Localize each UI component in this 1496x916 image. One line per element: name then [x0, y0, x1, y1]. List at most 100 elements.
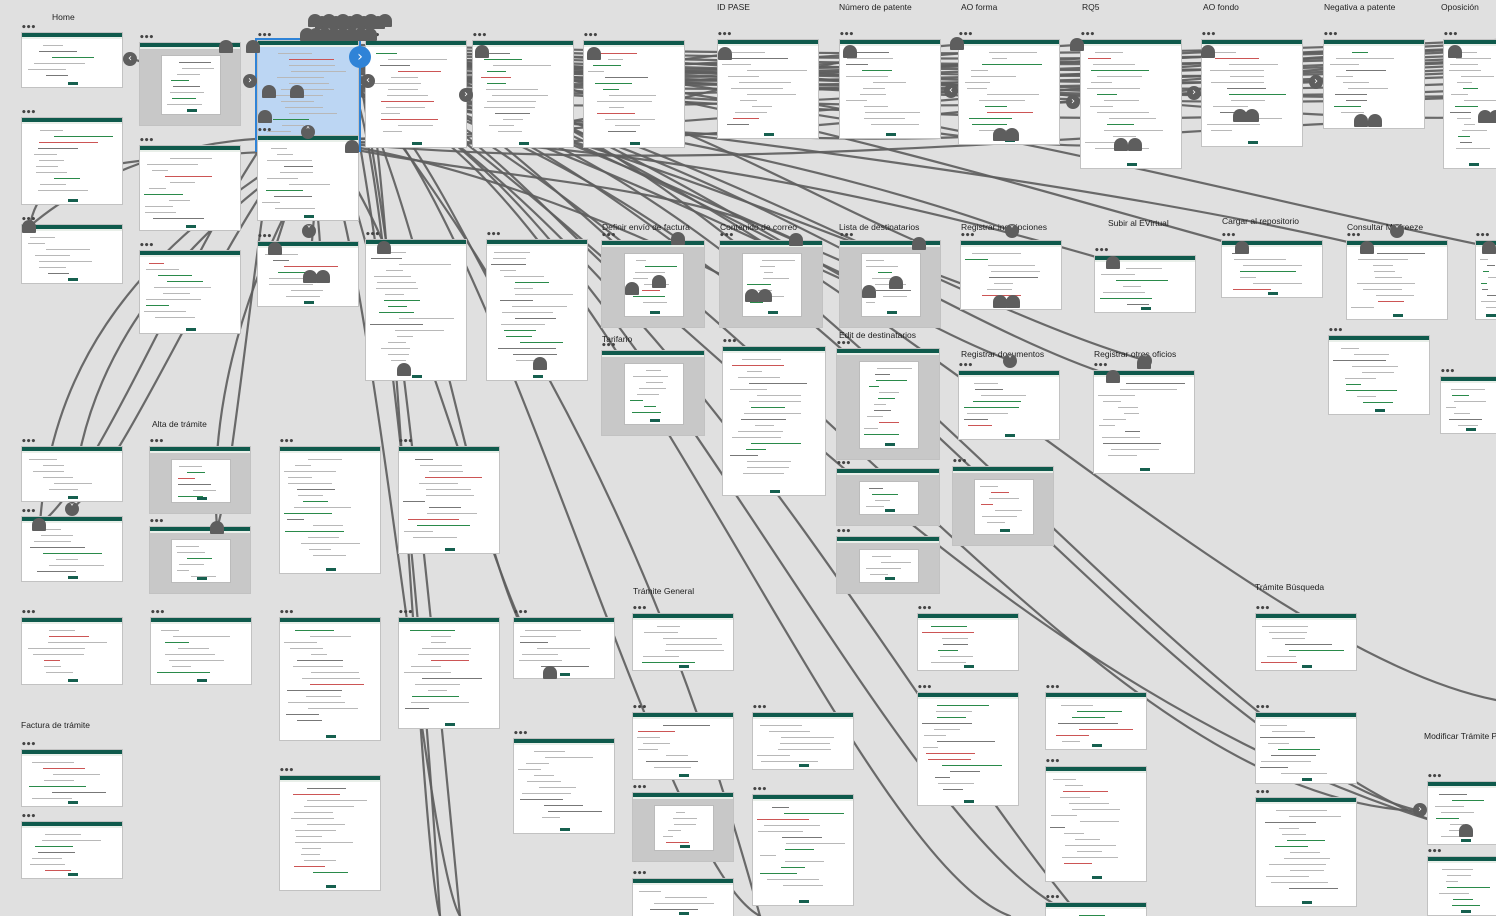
- link-anchor-icon[interactable]: [316, 270, 330, 283]
- link-anchor-icon[interactable]: [378, 14, 392, 27]
- link-anchor-icon[interactable]: [587, 47, 601, 60]
- artboard-thumbnail[interactable]: [1045, 692, 1147, 750]
- link-anchor-icon[interactable]: [1114, 138, 1128, 151]
- artboard-thumbnail[interactable]: [398, 446, 500, 554]
- artboard-menu-icon[interactable]: •••: [632, 605, 647, 614]
- chevron-down-icon[interactable]: ˅: [1003, 354, 1017, 368]
- link-anchor-icon[interactable]: [843, 45, 857, 58]
- artboard-menu-icon[interactable]: •••: [21, 813, 36, 822]
- group-label[interactable]: Alta de trámite: [152, 419, 207, 429]
- group-label[interactable]: RQ5: [1082, 2, 1099, 12]
- chevron-up-icon[interactable]: ˄: [301, 125, 315, 139]
- chevron-right-icon[interactable]: ›: [1309, 75, 1323, 89]
- artboard-menu-icon[interactable]: •••: [1045, 894, 1060, 903]
- artboard-thumbnail[interactable]: [365, 239, 467, 381]
- artboard-menu-icon[interactable]: •••: [839, 31, 854, 40]
- artboard-thumbnail[interactable]: [1255, 613, 1357, 671]
- group-label[interactable]: ID PASE: [717, 2, 750, 12]
- artboard-thumbnail[interactable]: [917, 692, 1019, 806]
- link-anchor-icon[interactable]: [210, 521, 224, 534]
- artboard-menu-icon[interactable]: •••: [1201, 31, 1216, 40]
- prototype-link-wire[interactable]: [358, 88, 552, 675]
- link-anchor-icon[interactable]: [32, 518, 46, 531]
- artboard-thumbnail[interactable]: [1045, 766, 1147, 882]
- artboard-menu-icon[interactable]: •••: [1221, 232, 1236, 241]
- artboard-menu-icon[interactable]: •••: [1440, 368, 1455, 377]
- chevron-down-icon[interactable]: ˅: [1390, 224, 1404, 238]
- artboard-thumbnail[interactable]: [257, 135, 359, 221]
- artboard-thumbnail[interactable]: [21, 446, 123, 502]
- link-anchor-icon[interactable]: [993, 295, 1007, 308]
- group-label[interactable]: Modificar Trámite P: [1424, 731, 1496, 741]
- artboard-menu-icon[interactable]: •••: [1045, 758, 1060, 767]
- artboard-thumbnail[interactable]: [632, 878, 734, 916]
- artboard-thumbnail[interactable]: [21, 617, 123, 685]
- group-label[interactable]: Definir envío de factura: [602, 222, 690, 232]
- artboard-thumbnail[interactable]: [722, 346, 826, 496]
- artboard-thumbnail[interactable]: [139, 42, 241, 126]
- chevron-down-icon[interactable]: ˅: [302, 224, 316, 238]
- chevron-right-icon[interactable]: ›: [243, 74, 257, 88]
- link-anchor-icon[interactable]: [671, 232, 685, 245]
- link-anchor-icon[interactable]: [1368, 114, 1382, 127]
- artboard-menu-icon[interactable]: •••: [1094, 247, 1109, 256]
- link-anchor-icon[interactable]: [912, 237, 926, 250]
- chevron-left-icon[interactable]: ‹: [944, 84, 958, 98]
- link-anchor-icon[interactable]: [290, 85, 304, 98]
- link-anchor-icon[interactable]: [397, 363, 411, 376]
- artboard-menu-icon[interactable]: •••: [257, 127, 272, 136]
- artboard-menu-icon[interactable]: •••: [257, 32, 272, 41]
- group-label[interactable]: AO fondo: [1203, 2, 1239, 12]
- link-anchor-icon[interactable]: [1482, 241, 1496, 254]
- link-anchor-icon[interactable]: [1137, 356, 1151, 369]
- link-anchor-icon[interactable]: [377, 241, 391, 254]
- artboard-thumbnail[interactable]: [1255, 712, 1357, 784]
- group-label[interactable]: Home: [52, 12, 75, 22]
- group-label[interactable]: Número de patente: [839, 2, 912, 12]
- artboard-menu-icon[interactable]: •••: [1427, 773, 1442, 782]
- link-anchor-icon[interactable]: [1235, 241, 1249, 254]
- link-anchor-icon[interactable]: [1201, 45, 1215, 58]
- artboard-thumbnail[interactable]: [632, 613, 734, 671]
- link-anchor-icon[interactable]: [1245, 109, 1259, 122]
- artboard-menu-icon[interactable]: •••: [1328, 327, 1343, 336]
- artboard-thumbnail[interactable]: [1093, 370, 1195, 474]
- artboard-thumbnail[interactable]: [632, 712, 734, 780]
- artboard-menu-icon[interactable]: •••: [719, 232, 734, 241]
- link-anchor-icon[interactable]: [950, 37, 964, 50]
- link-anchor-icon[interactable]: [1006, 295, 1020, 308]
- group-label[interactable]: Oposición: [1441, 2, 1479, 12]
- link-anchor-icon[interactable]: [862, 285, 876, 298]
- artboard-menu-icon[interactable]: •••: [486, 231, 501, 240]
- link-anchor-icon[interactable]: [652, 275, 666, 288]
- artboard-menu-icon[interactable]: •••: [139, 137, 154, 146]
- link-anchor-icon[interactable]: [303, 270, 317, 283]
- artboard-thumbnail[interactable]: [1427, 856, 1496, 916]
- link-anchor-icon[interactable]: [533, 357, 547, 370]
- artboard-menu-icon[interactable]: •••: [632, 870, 647, 879]
- link-anchor-icon[interactable]: [246, 40, 260, 53]
- artboard-menu-icon[interactable]: •••: [472, 32, 487, 41]
- artboard-thumbnail[interactable]: [952, 466, 1054, 546]
- artboard-menu-icon[interactable]: •••: [513, 730, 528, 739]
- artboard-menu-icon[interactable]: •••: [21, 508, 36, 517]
- artboard-thumbnail[interactable]: [719, 240, 823, 328]
- artboard-menu-icon[interactable]: •••: [139, 34, 154, 43]
- link-anchor-icon[interactable]: [889, 276, 903, 289]
- link-anchor-icon[interactable]: [1448, 45, 1462, 58]
- group-label[interactable]: AO forma: [961, 2, 997, 12]
- artboard-thumbnail[interactable]: [1201, 39, 1303, 147]
- link-anchor-icon[interactable]: [718, 47, 732, 60]
- artboard-thumbnail[interactable]: [632, 792, 734, 862]
- artboard-menu-icon[interactable]: •••: [917, 605, 932, 614]
- link-anchor-icon[interactable]: [1005, 128, 1019, 141]
- artboard-menu-icon[interactable]: •••: [1475, 232, 1490, 241]
- artboard-thumbnail[interactable]: [149, 446, 251, 514]
- artboard-menu-icon[interactable]: •••: [365, 231, 380, 240]
- artboard-menu-icon[interactable]: •••: [1045, 684, 1060, 693]
- artboard-menu-icon[interactable]: •••: [601, 232, 616, 241]
- group-label[interactable]: Cargar al repositorio: [1222, 216, 1299, 226]
- artboard-thumbnail[interactable]: [21, 749, 123, 807]
- artboard-thumbnail[interactable]: [1328, 335, 1430, 415]
- artboard-menu-icon[interactable]: •••: [836, 340, 851, 349]
